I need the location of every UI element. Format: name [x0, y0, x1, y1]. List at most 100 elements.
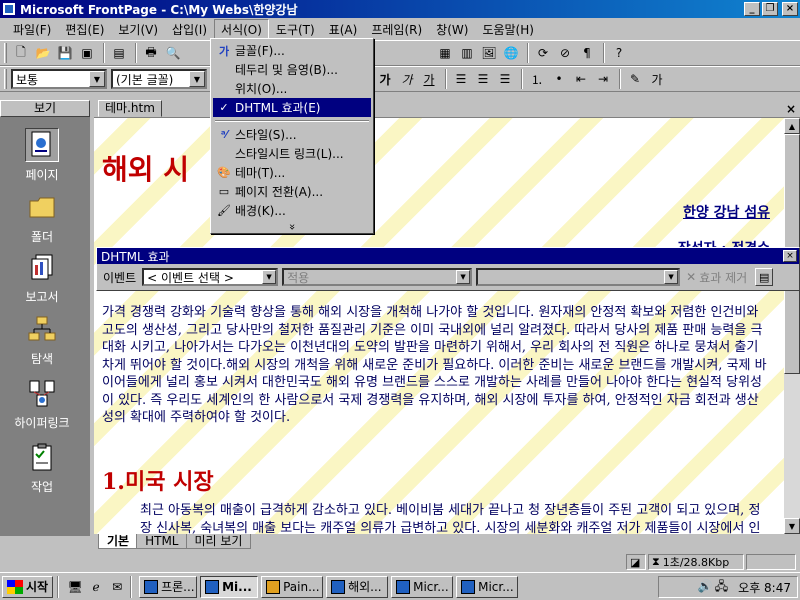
chevron-down-icon[interactable]: ▼	[262, 270, 277, 284]
page-transition-icon: ▭	[218, 185, 230, 198]
view-page[interactable]: 페이지	[0, 128, 84, 183]
outlook-express-icon[interactable]: ✉	[108, 578, 126, 596]
menu-tools[interactable]: 도구(T)	[269, 19, 322, 40]
close-icon[interactable]: ×	[783, 250, 797, 262]
align-left-icon[interactable]: ☰	[451, 69, 471, 89]
restore-button[interactable]: ❐	[762, 2, 778, 16]
decrease-indent-icon[interactable]: ⇤	[571, 69, 591, 89]
underline-icon[interactable]: 가	[419, 69, 439, 89]
view-tasks[interactable]: 작업	[0, 440, 84, 495]
show-desktop-icon[interactable]: 🖥	[66, 578, 84, 596]
highlight-effects-icon[interactable]: ▤	[755, 268, 774, 286]
folder-icon	[25, 190, 59, 224]
event-select[interactable]: < 이벤트 선택 > ▼	[142, 268, 279, 286]
view-reports-label: 보고서	[25, 290, 59, 304]
align-right-icon[interactable]: ☰	[495, 69, 515, 89]
menu-format[interactable]: 서식(O)	[214, 18, 269, 40]
menu-item-font[interactable]: 가 글꼴(F)...	[213, 41, 371, 60]
menu-table[interactable]: 표(A)	[322, 19, 365, 40]
view-hyperlinks[interactable]: 하이퍼링크	[0, 376, 84, 431]
italic-icon[interactable]: 가	[397, 69, 417, 89]
view-reports[interactable]: 보고서	[0, 250, 84, 305]
minimize-button[interactable]: _	[744, 2, 760, 16]
view-folders[interactable]: 폴더	[0, 190, 84, 245]
effect-select[interactable]: ▼	[476, 268, 681, 286]
toolbar-grip[interactable]	[4, 69, 7, 89]
expand-menu-icon[interactable]: »	[285, 148, 299, 306]
align-center-icon[interactable]: ☰	[473, 69, 493, 89]
task-microsoft-2[interactable]: Micr...	[456, 575, 519, 598]
font-color-icon[interactable]: 가	[647, 69, 667, 89]
print-icon[interactable]: 🖶	[141, 43, 161, 63]
task-label: 프론...	[161, 580, 195, 594]
help-icon[interactable]: ?	[609, 43, 629, 63]
increase-indent-icon[interactable]: ⇥	[593, 69, 613, 89]
insert-picture-icon[interactable]: 🖼	[479, 43, 499, 63]
scroll-down-icon[interactable]: ▼	[784, 518, 800, 534]
save-icon[interactable]: 💾	[55, 43, 75, 63]
vertical-scrollbar[interactable]: ▲ ▼	[784, 118, 800, 534]
folder-list-icon[interactable]: ▤	[109, 43, 129, 63]
internet-explorer-icon[interactable]: ℯ	[87, 578, 105, 596]
document-window: 테마.htm × 해외 시 한양 강남 섬유 작성자 : 전경수 가격 경쟁력 …	[94, 100, 800, 552]
section-heading: 1.미국 시장	[102, 469, 214, 495]
menu-item-position[interactable]: 위치(O)...	[213, 79, 371, 98]
style-select[interactable]: 보통 ▼	[11, 69, 107, 89]
view-navigation[interactable]: 탐색	[0, 312, 84, 367]
close-button[interactable]: ×	[782, 2, 798, 16]
company-name-link[interactable]: 한양 강남 섬유	[683, 202, 770, 222]
tab-normal[interactable]: 기본	[98, 534, 139, 549]
chevron-down-icon[interactable]: ▼	[89, 71, 105, 87]
menu-item-borders[interactable]: 테두리 및 음영(B)...	[213, 60, 371, 79]
tab-preview[interactable]: 미리 보기	[185, 534, 252, 549]
menu-file[interactable]: 파일(F)	[6, 19, 58, 40]
toolbar-grip[interactable]	[4, 43, 7, 63]
task-microsoft-active[interactable]: Mi...	[200, 575, 259, 598]
refresh-icon[interactable]: ⟳	[533, 43, 553, 63]
start-button[interactable]: 시작	[2, 575, 54, 598]
task-frontpage[interactable]: 프론...	[139, 575, 198, 598]
task-overseas[interactable]: 해외...	[326, 575, 389, 598]
chevron-down-icon[interactable]: ▼	[456, 270, 471, 284]
open-folder-icon[interactable]: 📂	[33, 43, 53, 63]
frontpage-app-icon[interactable]	[2, 2, 16, 16]
font-select[interactable]: (기본 글꼴) ▼	[111, 69, 207, 89]
bulleted-list-icon[interactable]: •	[549, 69, 569, 89]
font-value: (기본 글꼴)	[116, 72, 174, 87]
numbered-list-icon[interactable]: ⒈	[527, 69, 547, 89]
chevron-down-icon[interactable]: ▼	[189, 71, 205, 87]
chevron-down-icon[interactable]: ▼	[664, 270, 679, 284]
dhtml-toolbar-titlebar[interactable]: DHTML 효과 ×	[97, 248, 799, 264]
status-panel-empty	[746, 554, 796, 570]
tab-html[interactable]: HTML	[136, 534, 188, 549]
menu-edit[interactable]: 편집(E)	[58, 19, 111, 40]
tasks-icon	[25, 440, 59, 474]
show-all-icon[interactable]: ¶	[577, 43, 597, 63]
menu-view[interactable]: 보기(V)	[111, 19, 165, 40]
stop-icon[interactable]: ⊘	[555, 43, 575, 63]
close-document-icon[interactable]: ×	[786, 102, 796, 116]
document-tab[interactable]: 테마.htm	[98, 100, 162, 117]
menu-frames[interactable]: 프레임(R)	[364, 19, 429, 40]
apply-select[interactable]: 적용 ▼	[282, 268, 473, 286]
hyperlink-icon[interactable]: 🌐	[501, 43, 521, 63]
highlight-icon[interactable]: ✎	[625, 69, 645, 89]
insert-component-icon[interactable]: ▦	[435, 43, 455, 63]
bold-icon[interactable]: 가	[375, 69, 395, 89]
menu-help[interactable]: 도움말(H)	[475, 19, 541, 40]
menu-insert[interactable]: 삽입(I)	[165, 19, 214, 40]
tray-icons[interactable]: 🔊🖧	[698, 577, 730, 598]
task-microsoft[interactable]: Micr...	[391, 575, 454, 598]
menu-window[interactable]: 창(W)	[429, 19, 475, 40]
publish-icon[interactable]: ▣	[77, 43, 97, 63]
remove-effect-button[interactable]: ✕ 효과 제거	[686, 269, 747, 286]
menu-item-style[interactable]: ᵃ⁄ 스타일(S)...	[213, 125, 371, 144]
task-paint[interactable]: Pain...	[261, 575, 324, 598]
insert-table-icon[interactable]: ▥	[457, 43, 477, 63]
new-page-icon[interactable]: 🗋	[11, 43, 31, 63]
menu-item-dhtml-effects[interactable]: ✓ DHTML 효과(E)	[213, 98, 371, 117]
scroll-up-icon[interactable]: ▲	[784, 118, 800, 134]
clock[interactable]: 오후 8:47	[738, 579, 791, 596]
page-editor-canvas[interactable]: 해외 시 한양 강남 섬유 작성자 : 전경수 가격 경쟁력 강화와 기술력 향…	[94, 118, 784, 534]
preview-icon[interactable]: 🔍	[163, 43, 183, 63]
